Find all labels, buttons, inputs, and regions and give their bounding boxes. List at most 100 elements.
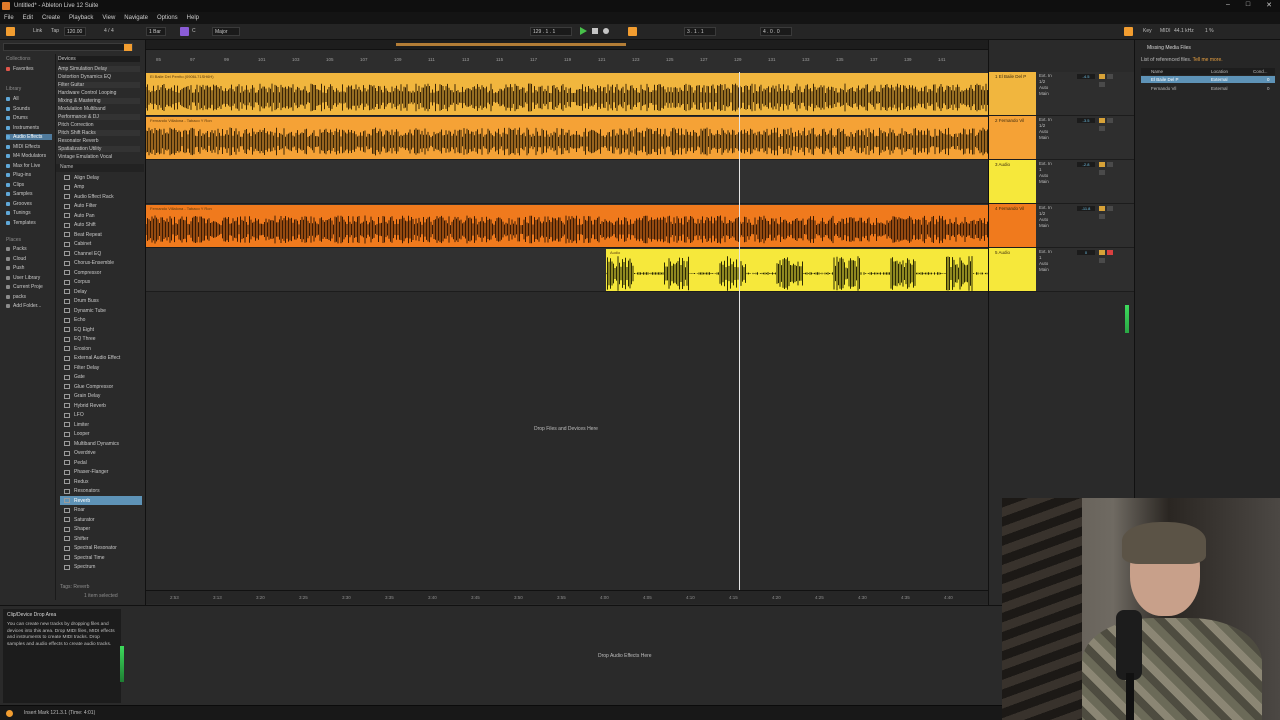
key-label[interactable]: Key	[1143, 28, 1152, 34]
browser-search-input[interactable]	[3, 43, 133, 51]
device-item[interactable]: Erosion	[60, 344, 142, 353]
tell-me-more-link[interactable]: Tell me more.	[1193, 57, 1223, 63]
device-item[interactable]: Resonators	[60, 487, 142, 496]
missing-file-row[interactable]: Fernando Vil External 0	[1141, 85, 1275, 92]
category-row[interactable]: Filter Guitar	[58, 82, 140, 88]
device-item[interactable]: Filter Delay	[60, 363, 142, 372]
volume-field[interactable]: -3.5	[1077, 118, 1095, 123]
device-item[interactable]: Saturator	[60, 515, 142, 524]
output-routing[interactable]: Main	[1039, 91, 1075, 97]
output-routing[interactable]: Main	[1039, 267, 1075, 273]
track-header[interactable]: 5 Audio Ext. In 1 Auto Main 0	[989, 248, 1135, 292]
category-row[interactable]: Modulation Multiband	[58, 106, 140, 112]
device-item[interactable]: Looper	[60, 430, 142, 439]
device-item[interactable]: Pedal	[60, 458, 142, 467]
device-item[interactable]: Overdrive	[60, 449, 142, 458]
col-location[interactable]: Location	[1211, 69, 1228, 74]
maximize-icon[interactable]: □	[1246, 1, 1250, 9]
beat-ruler[interactable]: 85 97 99 101 103 105 107 109 111 113 115 117 119 121 1…	[146, 50, 988, 72]
device-item[interactable]: Reverb	[60, 496, 142, 505]
library-item[interactable]: Templates	[6, 220, 36, 226]
category-row[interactable]: Mixing & Mastering	[58, 98, 140, 104]
browser-toggle-icon[interactable]	[6, 27, 15, 36]
activator-button[interactable]	[1099, 162, 1105, 167]
output-routing[interactable]: Main	[1039, 135, 1075, 141]
device-item[interactable]: Auto Shift	[60, 221, 142, 230]
device-item[interactable]: Redux	[60, 477, 142, 486]
library-item[interactable]: Instruments	[6, 125, 39, 131]
category-row[interactable]: Hardware Control Looping	[58, 90, 140, 96]
device-item[interactable]: Limiter	[60, 420, 142, 429]
menu-help[interactable]: Help	[187, 15, 199, 21]
device-item[interactable]: EQ Three	[60, 335, 142, 344]
device-item[interactable]: Spectrum	[60, 563, 142, 572]
track-name[interactable]: 3 Audio	[995, 162, 1010, 167]
activator-button[interactable]	[1099, 206, 1105, 211]
search-icon[interactable]	[124, 44, 132, 51]
draw-mode-icon[interactable]	[628, 27, 637, 36]
device-item[interactable]: Glue Compressor	[60, 382, 142, 391]
device-item[interactable]: Auto Pan	[60, 211, 142, 220]
song-overview[interactable]	[146, 40, 988, 50]
name-column-header[interactable]: Name	[56, 164, 144, 172]
menu-create[interactable]: Create	[42, 15, 60, 21]
library-item[interactable]: Samples	[6, 191, 32, 197]
places-item[interactable]: Current Proje	[6, 284, 43, 290]
output-routing[interactable]: Main	[1039, 223, 1075, 229]
volume-field[interactable]: -4.5	[1077, 74, 1095, 79]
places-item[interactable]: Add Folder...	[6, 303, 41, 309]
device-item[interactable]: Delay	[60, 287, 142, 296]
device-item[interactable]: Chorus-Ensemble	[60, 259, 142, 268]
category-row[interactable]: Amp Simulation Delay	[58, 66, 140, 72]
track-header[interactable]: 3 Audio Ext. In 1 Auto Main -2.8	[989, 160, 1135, 204]
places-item[interactable]: packs	[6, 294, 26, 300]
volume-field[interactable]: 0	[1077, 250, 1095, 255]
key-map-icon[interactable]	[1124, 27, 1133, 36]
close-icon[interactable]: ✕	[1266, 1, 1272, 9]
position-field[interactable]: 129 . 1 . 1	[530, 27, 572, 36]
activator-button[interactable]	[1099, 250, 1105, 255]
category-row[interactable]: Pitch Correction	[58, 122, 140, 128]
favorites-item[interactable]: Favorites	[6, 66, 34, 72]
device-item[interactable]: Align Delay	[60, 173, 142, 182]
track-header[interactable]: 2 Fernando Vil Ext. In 1/2 Auto Main -3.5	[989, 116, 1135, 160]
category-row[interactable]: Distortion Dynamics EQ	[58, 74, 140, 80]
library-item[interactable]: Max for Live	[6, 163, 40, 169]
devices-filter[interactable]: Devices	[58, 56, 140, 62]
col-condition[interactable]: Cond...	[1253, 69, 1268, 74]
record-icon[interactable]	[603, 28, 609, 34]
device-item[interactable]: Channel EQ	[60, 249, 142, 258]
key-select[interactable]: C	[192, 28, 196, 34]
activator-button[interactable]	[1099, 74, 1105, 79]
col-name[interactable]: Name	[1151, 69, 1163, 74]
arm-button[interactable]	[1107, 74, 1113, 79]
overview-visible-range[interactable]	[396, 43, 626, 46]
device-item[interactable]: Gate	[60, 373, 142, 382]
library-item[interactable]: Grooves	[6, 201, 32, 207]
places-item[interactable]: Packs	[6, 246, 27, 252]
device-item[interactable]: Hybrid Reverb	[60, 401, 142, 410]
library-item[interactable]: MIDI Effects	[6, 144, 40, 150]
library-item[interactable]: Tunings	[6, 210, 31, 216]
arm-button[interactable]	[1107, 206, 1113, 211]
tap-button[interactable]: Tap	[51, 28, 59, 34]
device-item[interactable]: Shaper	[60, 525, 142, 534]
category-row[interactable]: Vintage Emulation Vocal	[58, 154, 140, 160]
track-name[interactable]: 5 Audio	[995, 250, 1010, 255]
places-item[interactable]: User Library	[6, 275, 40, 281]
arm-button[interactable]	[1107, 162, 1113, 167]
device-item[interactable]: Drum Buss	[60, 297, 142, 306]
status-icon[interactable]	[6, 710, 13, 717]
audio-clip[interactable]: Fernando Villalona - Tabaco Y Ron	[146, 205, 988, 247]
solo-button[interactable]	[1099, 258, 1105, 263]
stop-icon[interactable]	[592, 28, 598, 34]
menu-file[interactable]: File	[4, 15, 14, 21]
library-item[interactable]: Drums	[6, 115, 28, 121]
track-name[interactable]: 4 Fernando Vil	[995, 206, 1024, 211]
missing-file-row[interactable]: El Baile Del P External 0	[1141, 76, 1275, 83]
tempo-field[interactable]: 120.00	[64, 27, 86, 36]
menu-options[interactable]: Options	[157, 15, 178, 21]
device-item[interactable]: Roar	[60, 506, 142, 515]
category-row[interactable]: Spatialization Utility	[58, 146, 140, 152]
device-item[interactable]: Grain Delay	[60, 392, 142, 401]
